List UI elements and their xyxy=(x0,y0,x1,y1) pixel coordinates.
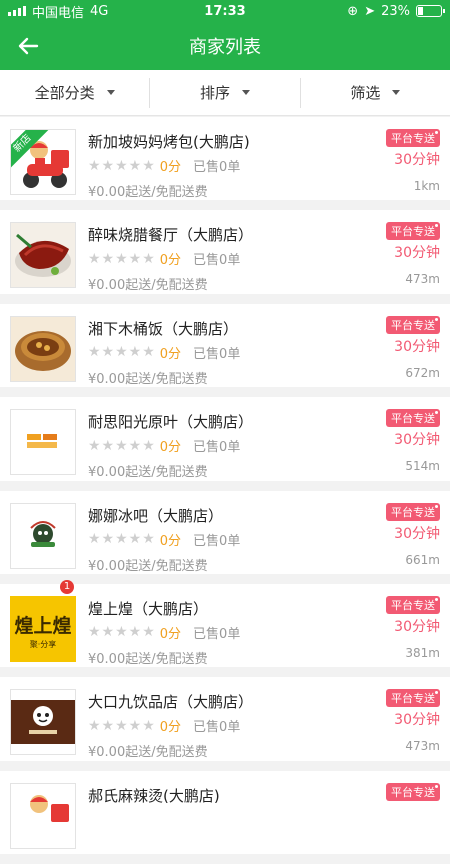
delivery-time: 30分钟 xyxy=(394,712,440,729)
distance: 381m xyxy=(405,645,440,660)
platform-delivery-badge: 平台专送 xyxy=(386,502,440,521)
star-rating-icon: ★★★★★ xyxy=(88,344,156,361)
star-rating-icon: ★★★★★ xyxy=(88,717,156,734)
score: 0分 xyxy=(159,533,182,549)
distance: 1km xyxy=(413,179,440,193)
shop-item[interactable]: 娜娜冰吧（大鹏店） ★★★★★ 0分 已售0单 ¥0.00起送/免配送费 平台专… xyxy=(0,490,450,584)
delivery-time: 30分钟 xyxy=(394,618,440,635)
status-bar: 中国电信 4G 17:33 ⊕ ➤ 23% xyxy=(0,0,450,22)
shop-thumbnail xyxy=(10,315,76,382)
filter-bar: 全部分类 排序 筛选 xyxy=(0,70,450,116)
distance: 514m xyxy=(405,459,440,474)
sold-count: 已售0单 xyxy=(193,626,241,642)
unread-count-badge: 1 xyxy=(60,579,74,594)
delivery-time: 30分钟 xyxy=(394,245,440,262)
drink-shop-logo xyxy=(11,700,75,745)
delivery-info: 平台专送 30分钟 672m xyxy=(386,315,440,380)
shop-list: 新店 新加坡妈妈烤包(大鹏店) ★★★★★ 0分 已售0单 ¥0.00起送/免配… xyxy=(0,117,450,864)
score: 0分 xyxy=(159,440,182,456)
shop-item[interactable]: 郝氏麻辣烫(大鹏店) 平台专送 xyxy=(0,770,450,864)
platform-delivery-badge: 平台专送 xyxy=(386,129,440,147)
shop-item[interactable]: 醉味烧腊餐厅（大鹏店） ★★★★★ 0分 已售0单 ¥0.00起送/免配送费 平… xyxy=(0,210,450,304)
score: 0分 xyxy=(159,160,182,175)
star-rating-icon: ★★★★★ xyxy=(88,250,156,267)
shop-thumbnail: 煌上煌 聚·分享 xyxy=(10,595,76,662)
star-rating-icon: ★★★★★ xyxy=(88,157,156,174)
back-button[interactable] xyxy=(12,30,44,62)
delivery-info: 平台专送 30分钟 1km xyxy=(386,129,440,193)
shop-item[interactable]: 新店 新加坡妈妈烤包(大鹏店) ★★★★★ 0分 已售0单 ¥0.00起送/免配… xyxy=(0,117,450,211)
sold-count: 已售0单 xyxy=(193,346,241,362)
filter-screen[interactable]: 筛选 xyxy=(301,78,450,108)
filter-screen-label: 筛选 xyxy=(350,84,381,102)
delivery-info: 平台专送 30分钟 514m xyxy=(386,409,440,473)
platform-delivery-badge: 平台专送 xyxy=(386,409,440,428)
filter-sort-label: 排序 xyxy=(199,84,230,102)
filter-category[interactable]: 全部分类 xyxy=(0,77,151,108)
logo-text: 煌上煌 xyxy=(14,614,72,637)
logo-subtext: 聚·分享 xyxy=(29,639,57,649)
location-icon: ➤ xyxy=(364,3,376,19)
distance: 672m xyxy=(405,365,440,380)
sold-count: 已售0单 xyxy=(193,160,241,175)
delivery-time: 30分钟 xyxy=(394,432,440,449)
sold-count: 已售0单 xyxy=(193,253,241,269)
filter-sort[interactable]: 排序 xyxy=(150,77,301,108)
platform-delivery-badge: 平台专送 xyxy=(386,315,440,334)
shop-item[interactable]: 大口九饮品店（大鹏店） ★★★★★ 0分 已售0单 ¥0.00起送/免配送费 平… xyxy=(0,677,450,771)
delivery-time: 30分钟 xyxy=(394,525,440,542)
ice-bar-logo xyxy=(11,503,75,568)
shop-thumbnail: 新店 xyxy=(10,129,76,195)
delivery-time: 30分钟 xyxy=(394,152,440,168)
delivery-rider-image xyxy=(30,794,69,822)
score: 0分 xyxy=(159,253,182,269)
delivery-info: 平台专送 30分钟 473m xyxy=(386,689,440,753)
page-title: 商家列表 xyxy=(189,37,261,58)
distance: 473m xyxy=(405,739,440,754)
delivery-info: 平台专送 30分钟 473m xyxy=(386,222,440,286)
roast-meat-image xyxy=(11,223,75,288)
score: 0分 xyxy=(159,346,182,362)
caret-down-icon xyxy=(242,90,250,95)
platform-delivery-badge: 平台专送 xyxy=(386,595,440,614)
platform-delivery-badge: 平台专送 xyxy=(386,782,440,801)
sold-count: 已售0单 xyxy=(193,440,241,456)
shop-thumbnail xyxy=(10,502,76,569)
back-arrow-icon xyxy=(18,37,39,55)
star-rating-icon: ★★★★★ xyxy=(88,531,156,548)
delivery-info: 平台专送 30分钟 661m xyxy=(386,502,440,567)
delivery-info: 平台专送 30分钟 381m xyxy=(386,595,440,660)
nav-bar: 商家列表 xyxy=(0,22,450,70)
delivery-info: 平台专送 xyxy=(386,782,440,801)
shop-item[interactable]: 湘下木桶饭（大鹏店） ★★★★★ 0分 已售0单 ¥0.00起送/免配送费 平台… xyxy=(0,303,450,398)
shop-thumbnail xyxy=(10,689,76,756)
battery-percent: 23% xyxy=(381,3,410,19)
sold-count: 已售0单 xyxy=(193,720,241,736)
shop-thumbnail xyxy=(10,409,76,476)
shop-item[interactable]: 1 煌上煌 聚·分享 煌上煌（大鹏店） ★★★★★ 0分 已售0单 ¥0.00起… xyxy=(0,579,450,678)
bucket-rice-image xyxy=(11,316,75,381)
shop-thumbnail xyxy=(10,782,76,849)
battery-fill xyxy=(418,7,424,15)
star-rating-icon: ★★★★★ xyxy=(88,624,156,641)
battery-icon xyxy=(416,5,445,17)
platform-delivery-badge: 平台专送 xyxy=(386,689,440,708)
delivery-time: 30分钟 xyxy=(394,338,440,355)
tea-shop-logo xyxy=(11,410,75,475)
caret-down-icon xyxy=(106,90,115,95)
filter-category-label: 全部分类 xyxy=(34,84,95,102)
score: 0分 xyxy=(159,720,182,736)
distance: 661m xyxy=(405,552,440,567)
score: 0分 xyxy=(159,626,182,642)
distance: 473m xyxy=(405,272,440,287)
status-right: ⊕ ➤ 23% xyxy=(347,3,445,19)
platform-delivery-badge: 平台专送 xyxy=(386,222,440,241)
caret-down-icon xyxy=(392,90,401,95)
sold-count: 已售0单 xyxy=(193,533,241,549)
shop-item[interactable]: 耐思阳光原叶（大鹏店） ★★★★★ 0分 已售0单 ¥0.00起送/免配送费 平… xyxy=(0,397,450,491)
lock-rotation-icon: ⊕ xyxy=(347,3,359,19)
shop-thumbnail xyxy=(10,222,76,289)
star-rating-icon: ★★★★★ xyxy=(88,437,156,454)
